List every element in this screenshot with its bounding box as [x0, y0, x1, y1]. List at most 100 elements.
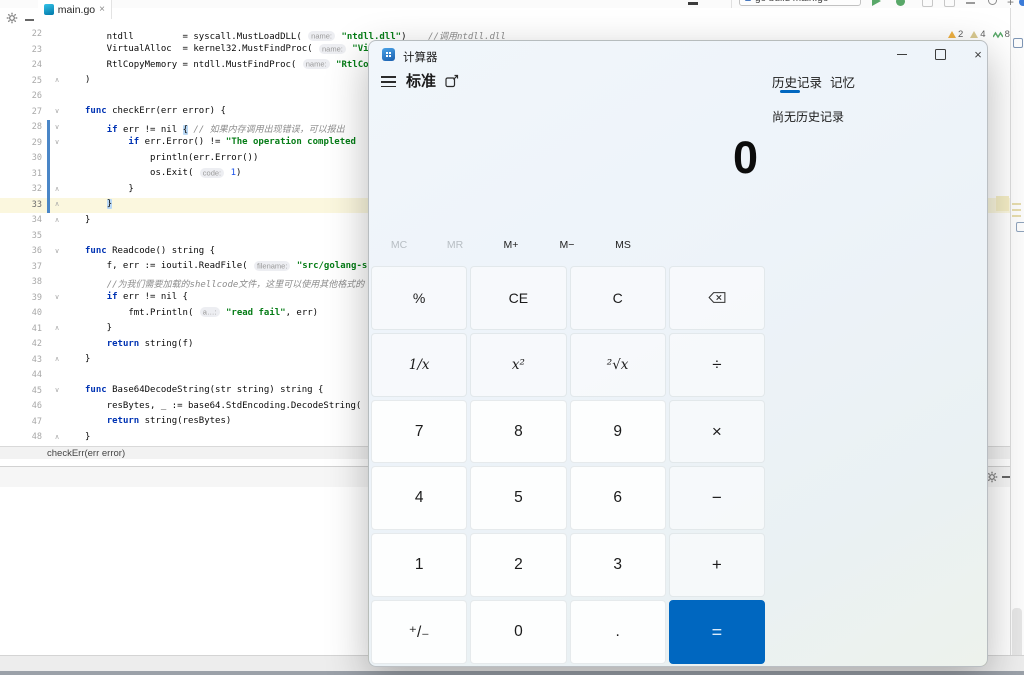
vcs-change-marker — [47, 58, 50, 74]
fold-end-icon[interactable]: ∧ — [52, 324, 62, 332]
typo-icon — [992, 31, 1003, 38]
key-1/x[interactable]: 1/x — [371, 332, 468, 397]
vcs-change-marker — [47, 27, 50, 43]
vcs-change-marker — [47, 384, 50, 400]
key-9[interactable]: 9 — [569, 399, 666, 464]
key-CE[interactable]: CE — [470, 266, 567, 330]
key-x²[interactable]: x² — [470, 332, 567, 397]
fold-end-icon[interactable]: ∧ — [52, 185, 62, 193]
fold-end-icon[interactable]: ∧ — [52, 76, 62, 84]
keep-on-top-icon[interactable] — [445, 74, 459, 93]
memory-button-ms[interactable]: MS — [595, 235, 651, 255]
key-²√x[interactable]: ²√x — [569, 332, 666, 397]
fold-start-icon[interactable]: ∨ — [52, 247, 62, 255]
hide-panel-icon[interactable] — [25, 19, 34, 21]
code-text: f, err := ioutil.ReadFile( filename: "sr… — [85, 260, 368, 271]
key-7[interactable]: 7 — [371, 399, 468, 464]
key-−[interactable]: − — [668, 466, 765, 531]
key-C[interactable]: C — [569, 266, 666, 330]
key-6[interactable]: 6 — [569, 466, 666, 531]
vcs-change-marker — [47, 120, 50, 136]
key-2[interactable]: 2 — [470, 533, 567, 598]
profiler-icon[interactable] — [944, 0, 955, 7]
key-0[interactable]: 0 — [470, 600, 567, 664]
warning-group[interactable]: 2 — [948, 29, 963, 40]
tool-stripe-icon[interactable] — [1016, 222, 1024, 232]
fold-start-icon[interactable]: ∨ — [52, 107, 62, 115]
tool-stripe-icon[interactable] — [1013, 38, 1023, 48]
run-icon[interactable] — [872, 0, 881, 6]
memory-button-mminus[interactable]: M− — [539, 235, 595, 255]
backspace-icon[interactable] — [668, 266, 765, 330]
vcs-change-marker — [47, 135, 50, 151]
code-text: if err.Error() != "The operation complet… — [128, 137, 356, 147]
fold-start-icon[interactable]: ∨ — [52, 386, 62, 394]
line-number: 27 — [31, 106, 42, 117]
key-.[interactable]: . — [569, 600, 666, 664]
minimize-button[interactable] — [883, 41, 921, 68]
code-text: func checkErr(err error) { — [85, 106, 226, 116]
key-⁺/₋[interactable]: ⁺/₋ — [371, 600, 468, 664]
key-3[interactable]: 3 — [569, 533, 666, 598]
coverage-icon[interactable] — [922, 0, 933, 7]
tab-close-icon[interactable]: × — [99, 4, 105, 15]
scrollbar-currentline-mark — [996, 196, 1009, 211]
code-text: } — [85, 323, 113, 333]
calculator-mode-label[interactable]: 标准 — [406, 70, 436, 91]
line-number: 23 — [31, 44, 42, 55]
typo-group[interactable]: 8 — [992, 29, 1010, 40]
toolbar-glyph — [688, 2, 698, 5]
code-text: return string(f) — [106, 338, 194, 349]
hamburger-menu-icon[interactable] — [381, 73, 397, 91]
fold-end-icon[interactable]: ∧ — [52, 200, 62, 208]
fold-end-icon[interactable]: ∧ — [52, 355, 62, 363]
run-config-icon — [745, 0, 751, 1]
fold-start-icon[interactable]: ∨ — [52, 138, 62, 146]
debug-icon[interactable] — [896, 0, 905, 6]
close-button[interactable]: × — [959, 41, 987, 68]
search-icon[interactable] — [988, 0, 997, 5]
fold-end-icon[interactable]: ∧ — [52, 433, 62, 441]
key-5[interactable]: 5 — [470, 466, 567, 531]
run-config-label: go build main.go — [755, 0, 828, 4]
calculator-display: 0 — [732, 132, 758, 183]
stop-icon[interactable] — [966, 2, 975, 4]
fold-start-icon[interactable]: ∨ — [52, 123, 62, 131]
line-number: 40 — [31, 308, 42, 318]
tab-main-go[interactable]: main.go × — [38, 0, 112, 19]
vcs-change-marker — [47, 151, 50, 167]
history-empty-text: 尚无历史记录 — [772, 110, 845, 124]
code-text: if err != nil { // 如果内存调用出现错误，可以报出 — [106, 124, 345, 135]
key-×[interactable]: × — [668, 399, 765, 464]
memory-button-mplus[interactable]: M+ — [483, 235, 539, 255]
calculator-window: 计算器 × 标准 历史记录 记忆 尚无历史记录 0 MC MR M+ M− MS % CE… — [368, 40, 988, 667]
vcs-change-marker — [47, 197, 50, 213]
vcs-change-marker — [47, 306, 50, 322]
key-+[interactable]: + — [668, 533, 765, 598]
code-text: RtlCopyMemory = ntdll.MustFindProc( name… — [85, 59, 369, 70]
weak-warning-icon — [970, 31, 979, 38]
key-=[interactable]: = — [668, 600, 765, 664]
key-8[interactable]: 8 — [470, 399, 567, 464]
vcs-change-marker — [47, 399, 50, 415]
weak-warning-group[interactable]: 4 — [970, 29, 986, 40]
panel-scrollbar[interactable] — [1012, 608, 1022, 662]
key-%[interactable]: % — [371, 266, 468, 330]
tab-memory[interactable]: 记忆 — [830, 72, 855, 91]
tab-history[interactable]: 历史记录 — [772, 72, 822, 91]
run-config-dropdown[interactable]: go build main.go — [739, 0, 861, 6]
maximize-button[interactable] — [921, 41, 959, 68]
line-number: 32 — [31, 184, 42, 194]
code-text: if err != nil { — [106, 292, 188, 302]
key-÷[interactable]: ÷ — [668, 332, 765, 397]
fold-end-icon[interactable]: ∧ — [52, 216, 62, 224]
vcs-change-marker — [47, 105, 50, 121]
code-text: ) — [85, 75, 91, 85]
key-4[interactable]: 4 — [371, 466, 468, 531]
fold-start-icon[interactable]: ∨ — [52, 293, 62, 301]
code-text: println(err.Error()) — [85, 152, 259, 163]
key-1[interactable]: 1 — [371, 533, 468, 598]
code-text: } — [106, 199, 113, 209]
taskbar-strip — [0, 671, 1024, 675]
stripe-warning-mark — [1012, 209, 1021, 211]
